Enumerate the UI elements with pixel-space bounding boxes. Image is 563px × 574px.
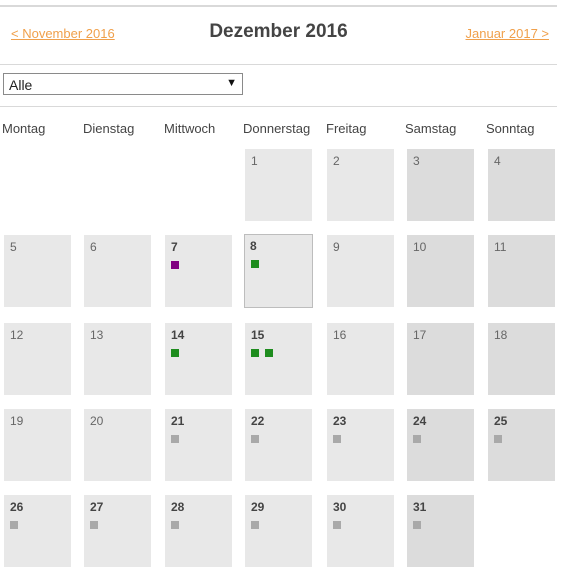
day-cell[interactable]: 5 — [4, 235, 71, 307]
event-marker-icon[interactable] — [333, 435, 341, 443]
day-number: 6 — [90, 240, 97, 254]
event-marker-icon[interactable] — [251, 349, 259, 357]
day-number: 25 — [494, 414, 508, 428]
day-number: 3 — [413, 154, 420, 168]
day-cell[interactable]: 14 — [165, 323, 232, 395]
day-number: 17 — [413, 328, 427, 342]
day-number: 26 — [10, 500, 24, 514]
day-number: 10 — [413, 240, 427, 254]
day-number: 31 — [413, 500, 427, 514]
event-marker-icon[interactable] — [265, 349, 273, 357]
day-cell[interactable]: 17 — [407, 323, 474, 395]
day-cell[interactable]: 11 — [488, 235, 555, 307]
day-cell[interactable]: 28 — [165, 495, 232, 567]
day-cell[interactable]: 9 — [327, 235, 394, 307]
day-cell[interactable]: 13 — [84, 323, 151, 395]
day-number: 30 — [333, 500, 347, 514]
day-number: 4 — [494, 154, 501, 168]
day-cell[interactable]: 12 — [4, 323, 71, 395]
day-cell[interactable]: 15 — [245, 323, 312, 395]
day-number: 20 — [90, 414, 104, 428]
day-cell[interactable]: 8 — [244, 234, 313, 308]
event-marker-icon[interactable] — [494, 435, 502, 443]
day-number: 9 — [333, 240, 340, 254]
day-cell[interactable]: 24 — [407, 409, 474, 481]
day-cell[interactable]: 22 — [245, 409, 312, 481]
day-number: 21 — [171, 414, 185, 428]
day-number: 22 — [251, 414, 265, 428]
day-number: 24 — [413, 414, 427, 428]
day-cell[interactable]: 3 — [407, 149, 474, 221]
event-marker-icon[interactable] — [251, 521, 259, 529]
event-marker-icon[interactable] — [171, 435, 179, 443]
day-number: 12 — [10, 328, 24, 342]
day-number: 18 — [494, 328, 508, 342]
day-number: 23 — [333, 414, 347, 428]
day-cell[interactable]: 25 — [488, 409, 555, 481]
day-cell[interactable]: 29 — [245, 495, 312, 567]
day-number: 14 — [171, 328, 185, 342]
calendar-grid: 1 2 3 4 5 6 7 8 9 10 11 12 13 14 15 16 17 18 19 20 21 22 23 24 2… — [0, 0, 563, 574]
day-cell[interactable]: 4 — [488, 149, 555, 221]
day-cell[interactable]: 6 — [84, 235, 151, 307]
day-number: 28 — [171, 500, 185, 514]
day-number: 16 — [333, 328, 347, 342]
day-cell[interactable]: 23 — [327, 409, 394, 481]
day-number: 27 — [90, 500, 104, 514]
day-cell[interactable]: 2 — [327, 149, 394, 221]
day-number: 13 — [90, 328, 104, 342]
event-marker-icon[interactable] — [90, 521, 98, 529]
day-cell[interactable]: 31 — [407, 495, 474, 567]
day-cell[interactable]: 18 — [488, 323, 555, 395]
day-number: 29 — [251, 500, 265, 514]
day-cell[interactable]: 30 — [327, 495, 394, 567]
day-cell[interactable]: 19 — [4, 409, 71, 481]
day-cell[interactable]: 20 — [84, 409, 151, 481]
event-marker-icon[interactable] — [251, 260, 259, 268]
day-cell[interactable]: 16 — [327, 323, 394, 395]
day-cell[interactable]: 21 — [165, 409, 232, 481]
event-marker-icon[interactable] — [333, 521, 341, 529]
event-marker-icon[interactable] — [171, 349, 179, 357]
day-number: 11 — [494, 240, 507, 254]
event-marker-icon[interactable] — [413, 521, 421, 529]
day-cell[interactable]: 1 — [245, 149, 312, 221]
day-number: 7 — [171, 240, 178, 254]
event-marker-icon[interactable] — [413, 435, 421, 443]
day-number: 1 — [251, 154, 258, 168]
day-cell[interactable]: 27 — [84, 495, 151, 567]
event-marker-icon[interactable] — [251, 435, 259, 443]
day-number: 5 — [10, 240, 17, 254]
day-number: 2 — [333, 154, 340, 168]
day-cell[interactable]: 10 — [407, 235, 474, 307]
day-cell[interactable]: 26 — [4, 495, 71, 567]
event-marker-icon[interactable] — [171, 261, 179, 269]
event-marker-icon[interactable] — [10, 521, 18, 529]
day-cell[interactable]: 7 — [165, 235, 232, 307]
event-marker-icon[interactable] — [171, 521, 179, 529]
day-number: 15 — [251, 328, 265, 342]
day-number: 8 — [250, 239, 257, 253]
day-number: 19 — [10, 414, 24, 428]
